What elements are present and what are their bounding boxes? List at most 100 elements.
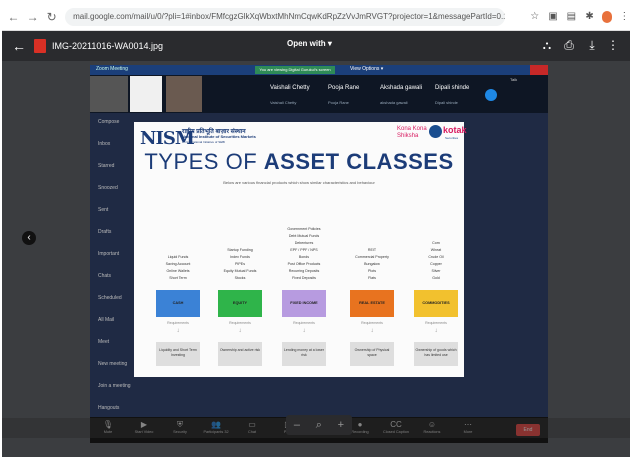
gmail-sidebar-item: Join a meeting [98, 383, 131, 389]
gmail-sidebar-item: Starred [98, 163, 115, 169]
asset-example: REIT [367, 248, 377, 252]
gmail-sidebar-item: Hangouts [98, 405, 120, 411]
taskbar-dimmed [2, 418, 630, 438]
participant-video [130, 76, 162, 112]
asset-example: Stocks [234, 276, 246, 280]
menu-dots-icon[interactable]: ⋮ [619, 11, 630, 23]
asset-examples-list: Startup Funding Index Funds PIPEs Equity Mu… [208, 247, 272, 282]
asset-example: Bungalow [364, 262, 380, 266]
slide-title-part: ASSET CLASSES [263, 149, 454, 174]
gmail-sidebar-item: All Mail [98, 317, 115, 323]
image-preview-overlay: ← IMG-20211016-WA0014.jpg Open with ▾ ⛬ … [2, 31, 630, 457]
requirements-label: Requirements [167, 321, 189, 325]
nism-tagline: An Educational Initiative of SEBI [182, 140, 226, 144]
address-bar[interactable]: mail.google.com/mail/u/0/?pli=1#inbox/FM… [65, 7, 506, 26]
gmail-sidebar-item: Inbox [98, 141, 111, 147]
screen: ← → ↻ mail.google.com/mail/u/0/?pli=1#in… [0, 0, 632, 461]
back-nav-icon[interactable]: ← [6, 9, 21, 25]
participant-label: Vaishali Chetty [270, 100, 297, 105]
share-banner: You are viewing Digital Gurukul's screen [255, 66, 335, 74]
preview-toolbar: ← IMG-20211016-WA0014.jpg Open with ▾ ⛬ … [2, 31, 630, 61]
gmail-sidebar-item: Sent [98, 207, 109, 213]
participants-strip: Vaishali Chetty Vaishali Chetty Pooja Ra… [90, 75, 548, 113]
down-arrow-icon: ↓ [176, 328, 180, 334]
asset-class-box: EQUITY [218, 290, 262, 317]
zoom-titlebar: Zoom Meeting You are viewing Digital Gur… [90, 65, 548, 75]
close-icon [530, 65, 548, 75]
requirements-label: Requirements [425, 321, 447, 325]
gmail-sidebar-item: Snoozed [98, 185, 118, 191]
participant-name: Vaishali Chetty [270, 85, 310, 91]
asset-example: Corn [432, 241, 440, 245]
asset-example: Gold [432, 276, 440, 280]
more-vert-icon[interactable]: ⋮ [606, 38, 620, 52]
kotak-logo-icon [429, 125, 442, 138]
gmail-sidebar-item: Chats [98, 273, 112, 279]
asset-purpose-box: Liquidity and Short Term Investing [156, 342, 200, 366]
download-icon[interactable]: ⤓ [585, 38, 599, 53]
requirements-label: Requirements [361, 321, 383, 325]
participant-name: Pooja Rane [328, 85, 360, 91]
asset-examples-list: Government Policies Debt Mutual Funds Debe… [272, 226, 336, 282]
participant-label: Pooja Rane [328, 100, 349, 105]
view-options-button: View Options ▾ [350, 66, 384, 72]
kotak-tagline: Securities [445, 136, 459, 140]
file-name: IMG-20211016-WA0014.jpg [52, 41, 164, 51]
asset-example: Flats [368, 276, 376, 280]
slide-title-part: TYPES OF [144, 149, 258, 174]
asset-example: Bonds [298, 255, 310, 259]
asset-examples-list: Liquid Funds Saving Account Online Wallets… [146, 254, 210, 282]
asset-example: Debt Mutual Funds [288, 234, 320, 238]
asset-example: Liquid Funds [167, 255, 189, 259]
down-arrow-icon: ↓ [302, 328, 306, 334]
asset-example: PIPEs [235, 262, 245, 266]
kotak-logo: kotak [443, 125, 467, 135]
zoom-window-title: Zoom Meeting [96, 66, 128, 72]
talking-label: Talk [510, 77, 518, 82]
down-arrow-icon: ↓ [238, 328, 242, 334]
browser-toolbar: ← → ↻ mail.google.com/mail/u/0/?pli=1#in… [2, 3, 630, 31]
asset-example: Short Term [169, 276, 187, 280]
asset-class-box: COMMODITIES [414, 290, 458, 317]
presentation-slide: NISM राष्ट्रीय प्रतिभूति बाज़ार संस्थान … [134, 122, 467, 377]
puzzle-icon[interactable]: ✱ [584, 11, 595, 23]
asset-class-box: REAL ESTATE [350, 290, 394, 317]
gmail-sidebar-item: Compose [98, 119, 120, 125]
gmail-sidebar-item: Scheduled [98, 295, 122, 301]
forward-nav-icon[interactable]: → [25, 9, 40, 25]
gmail-sidebar-dimmed: Compose Inbox Starred Snoozed Sent Drafts Impo… [90, 113, 134, 433]
bookmark-star-icon[interactable]: ☆ [529, 11, 540, 23]
asset-example: Wheat [430, 248, 442, 252]
slide-subtitle: Below are various financial products whi… [223, 180, 375, 185]
close-preview-icon[interactable]: ← [12, 38, 28, 54]
asset-example: Online Wallets [166, 269, 190, 273]
extension-icon[interactable]: ▣ [547, 11, 558, 23]
asset-example: Saving Account [165, 262, 191, 266]
asset-purpose-box: Ownership and active risk [218, 342, 262, 366]
add-to-drive-icon[interactable]: ⛬ [540, 38, 554, 53]
gmail-sidebar-item: Important [98, 251, 120, 257]
slide-title: TYPES OF ASSET CLASSES [134, 149, 464, 175]
participant-name: Akshada gawali [380, 85, 423, 91]
asset-examples-list: Corn Wheat Crude Oil Copper Silver Gold [404, 240, 468, 282]
open-with-button[interactable]: Open with ▾ [287, 39, 332, 48]
reload-icon[interactable]: ↻ [44, 9, 59, 25]
gmail-sidebar-item: Meet [98, 339, 110, 345]
asset-purpose-box: Ownership of goods which has limited use [414, 342, 458, 366]
asset-example: Copper [430, 262, 442, 266]
profile-avatar[interactable] [602, 10, 612, 23]
requirements-label: Requirements [229, 321, 251, 325]
extension-icon[interactable]: ▤ [566, 11, 577, 23]
asset-examples-list: REIT Commercial Property Bungalow Plots Flat… [340, 247, 404, 282]
requirements-label: Requirements [293, 321, 315, 325]
print-icon[interactable]: ⎙ [562, 38, 576, 53]
asset-example: Fixed Deposits [292, 276, 316, 280]
asset-example: Government Policies [287, 227, 321, 231]
asset-example: Crude Oil [428, 255, 444, 259]
asset-purpose-box: Ownership of Physical space [350, 342, 394, 366]
previous-image-button[interactable]: ‹ [22, 231, 36, 245]
asset-example: EPF / PPF / NPS [290, 248, 318, 252]
asset-example: Post Office Products [287, 262, 321, 266]
participant-label: akshada gawali [380, 100, 408, 105]
gmail-sidebar-item: New meeting [98, 361, 128, 367]
